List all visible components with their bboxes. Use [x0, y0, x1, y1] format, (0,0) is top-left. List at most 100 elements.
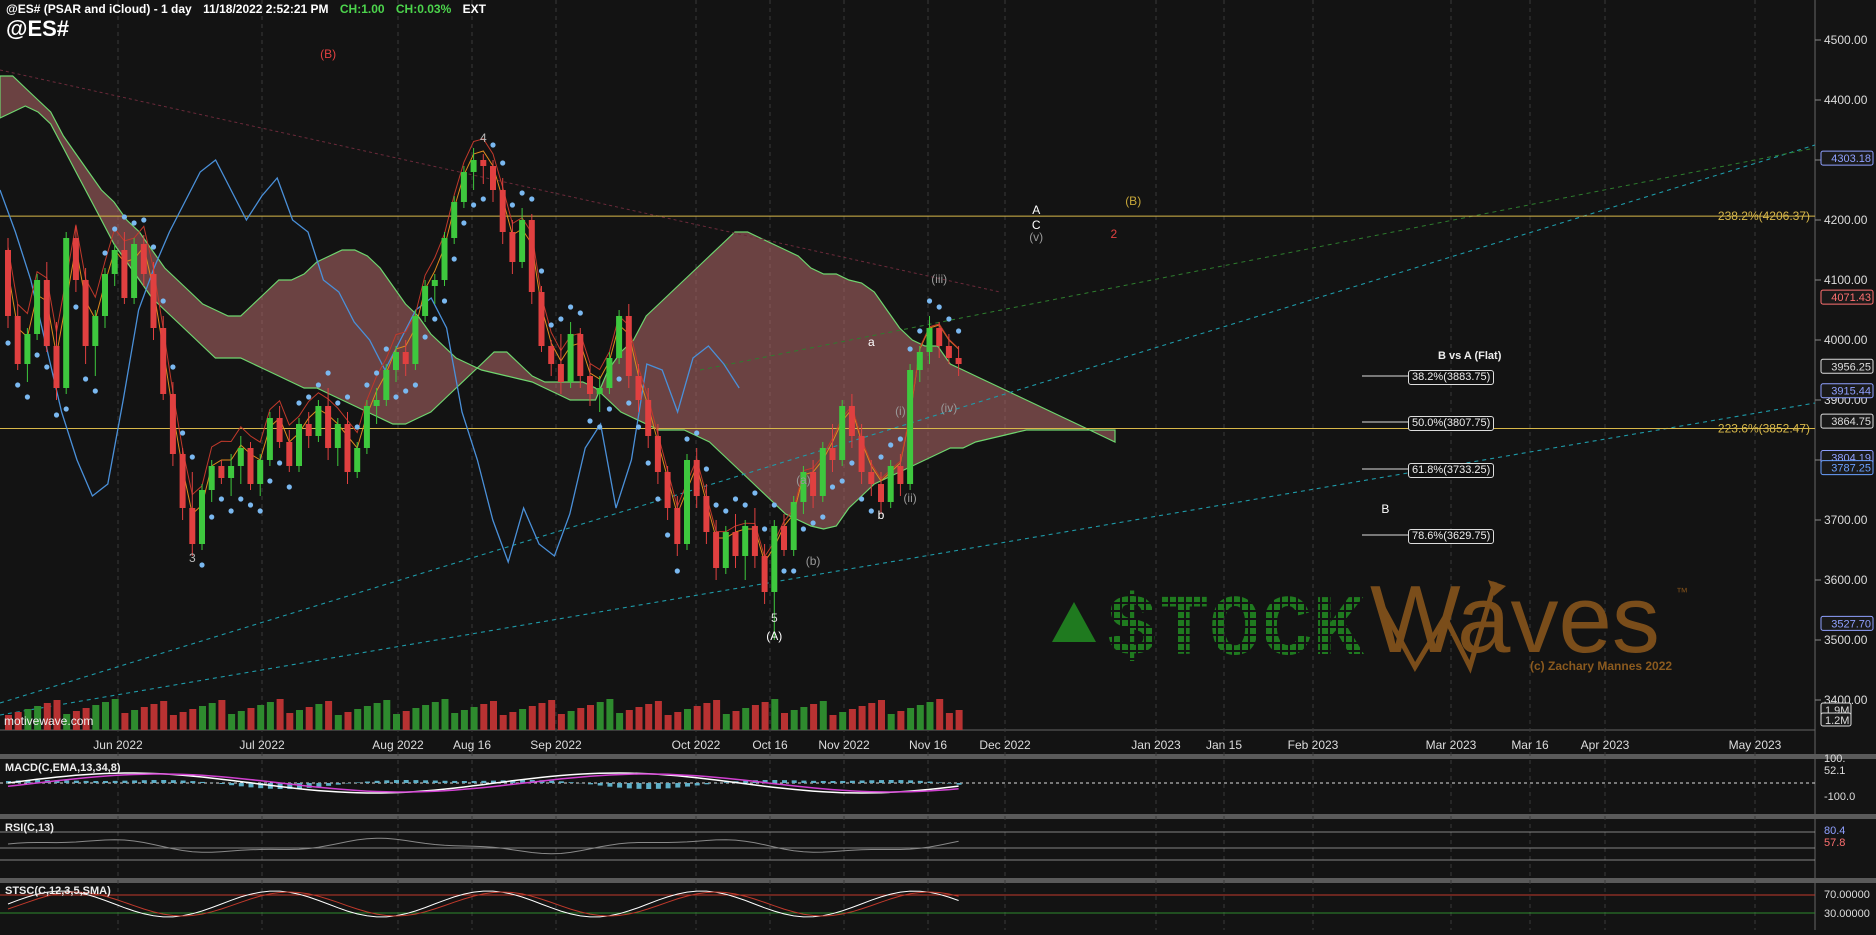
- psar-dot: [442, 298, 447, 303]
- volume-bar: [257, 705, 264, 730]
- y-tick-label: 4400.00: [1824, 93, 1868, 107]
- volume-bar: [917, 705, 924, 730]
- chart-canvas[interactable]: Jun 2022Jul 2022Aug 2022Aug 16Sep 2022Oc…: [0, 0, 1876, 930]
- wave-label: (iii): [931, 272, 947, 286]
- candle-body: [403, 352, 409, 364]
- psar-dot: [345, 394, 350, 399]
- psar-dot: [694, 430, 699, 435]
- macd-histogram-bar: [811, 781, 816, 783]
- volume-bar: [393, 714, 400, 730]
- psar-dot: [704, 466, 709, 471]
- macd-histogram-bar: [656, 783, 661, 789]
- candle-body: [762, 556, 768, 592]
- candle-body: [597, 388, 603, 394]
- volume-bar: [752, 705, 759, 730]
- volume-bar: [374, 703, 381, 730]
- macd-histogram-bar: [229, 783, 234, 785]
- psar-dot: [102, 250, 107, 255]
- psar-dot: [946, 316, 951, 321]
- psar-dot: [878, 454, 883, 459]
- candle-body: [315, 406, 321, 436]
- macd-tag: 52.1: [1824, 765, 1845, 777]
- volume-bar: [238, 711, 245, 730]
- volume-bar: [849, 709, 856, 730]
- macd-histogram-bar: [617, 783, 622, 788]
- volume-bar: [325, 701, 332, 730]
- volume-bar: [694, 706, 701, 730]
- psar-dot: [607, 406, 612, 411]
- macd-histogram-bar: [598, 783, 603, 786]
- candle-body: [180, 454, 186, 508]
- price-tag-label: 3915.44: [1831, 386, 1871, 398]
- candle-body: [218, 466, 224, 478]
- volume-bar: [218, 700, 225, 730]
- candle-body: [791, 502, 797, 550]
- macd-histogram-bar: [695, 783, 700, 785]
- psar-dot: [617, 376, 622, 381]
- psar-dot: [170, 364, 175, 369]
- candle-body: [383, 370, 389, 400]
- psar-dot: [316, 382, 321, 387]
- candle-body: [238, 448, 244, 466]
- psar-dot: [849, 460, 854, 465]
- psar-dot: [626, 400, 631, 405]
- wave-label: (A): [766, 629, 782, 643]
- volume-bar: [791, 710, 798, 730]
- psar-dot: [568, 304, 573, 309]
- candle-body: [24, 334, 30, 364]
- macd-histogram-bar: [666, 783, 671, 788]
- volume-bar: [577, 708, 584, 730]
- volume-bar: [839, 712, 846, 730]
- psar-dot: [73, 304, 78, 309]
- candle-body: [509, 232, 515, 262]
- candle-body: [257, 460, 263, 484]
- candle-body: [771, 526, 777, 592]
- psar-dot: [5, 340, 10, 345]
- psar-dot: [772, 502, 777, 507]
- macd-tag: 100.: [1824, 753, 1845, 765]
- candle-body: [577, 334, 583, 376]
- volume-bar: [810, 704, 817, 730]
- volume-bar: [345, 712, 352, 730]
- candle-body: [286, 442, 292, 466]
- candle-body: [781, 526, 787, 550]
- candle-body: [83, 280, 89, 346]
- psar-dot: [306, 394, 311, 399]
- volume-bar: [248, 708, 255, 730]
- macd-histogram-bar: [64, 780, 69, 783]
- psar-dot: [781, 568, 786, 573]
- candle-body: [820, 448, 826, 496]
- macd-histogram-bar: [200, 782, 205, 783]
- candle-body: [956, 358, 962, 364]
- volume-bar: [160, 701, 167, 730]
- stoch-label: STSC(C,12,3,5,SMA): [5, 885, 111, 897]
- volume-bar: [859, 706, 866, 730]
- macd-histogram-bar: [801, 781, 806, 783]
- wave-label: 2: [1110, 227, 1117, 241]
- macd-histogram-bar: [122, 781, 127, 783]
- macd-histogram-bar: [685, 783, 690, 787]
- candle-body: [451, 202, 457, 238]
- wave-label: a: [868, 335, 875, 349]
- x-tick-label: Aug 16: [453, 738, 491, 752]
- rsi-line: [8, 838, 959, 854]
- volume-bar: [422, 705, 429, 730]
- psar-dot: [393, 394, 398, 399]
- psar-dot: [723, 508, 728, 513]
- macd-histogram-bar: [908, 780, 913, 783]
- candle-body: [471, 160, 477, 172]
- volume-bar: [558, 714, 565, 730]
- macd-histogram-bar: [316, 783, 321, 787]
- candle-body: [897, 466, 903, 484]
- psar-dot: [481, 196, 486, 201]
- macd-histogram-bar: [850, 781, 855, 783]
- candle-body: [131, 244, 137, 298]
- candle-body: [859, 436, 865, 472]
- macd-histogram-bar: [869, 780, 874, 783]
- macd-histogram-bar: [588, 783, 593, 784]
- psar-dot: [423, 334, 428, 339]
- price-tag-label: 3956.25: [1831, 361, 1871, 373]
- candle-body: [665, 472, 671, 508]
- psar-dot: [520, 190, 525, 195]
- stoch-tag: 30.00000: [1824, 908, 1870, 920]
